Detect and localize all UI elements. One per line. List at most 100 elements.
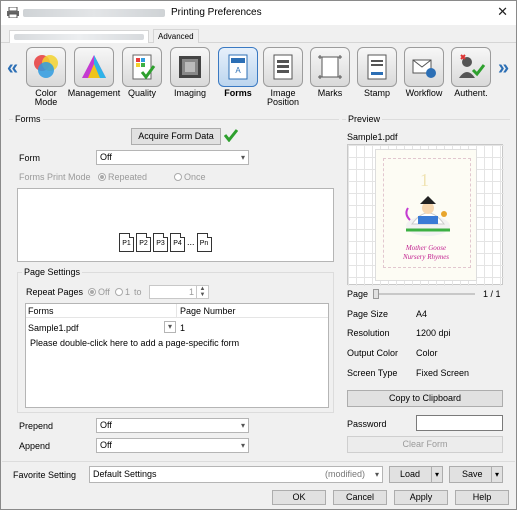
page-sheet: Pn	[196, 233, 212, 252]
info-key: Screen Type	[347, 368, 398, 378]
page-form-table[interactable]: Forms Page Number Sample1.pdf ▾ 1 Please…	[25, 303, 329, 408]
repeat-off-radio[interactable]: Off	[88, 287, 110, 297]
page-sheet: P3	[153, 233, 168, 252]
tab-redacted[interactable]	[9, 30, 149, 43]
printer-icon	[7, 7, 19, 18]
chevron-down-icon: ▾	[240, 441, 245, 450]
load-button-label: Load	[400, 469, 421, 479]
info-value: Fixed Screen	[416, 368, 470, 378]
management-icon	[82, 55, 106, 78]
col-forms-header: Forms	[28, 306, 54, 316]
function-authent[interactable]: Authent.	[449, 47, 493, 107]
close-icon[interactable]: ✕	[497, 4, 508, 20]
append-value: Off	[100, 440, 112, 450]
repeat-range-radio[interactable]: 1	[115, 287, 130, 297]
scroll-left-icon[interactable]: «	[7, 57, 18, 80]
password-input[interactable]	[416, 415, 503, 431]
preview-file-name: Sample1.pdf	[347, 132, 398, 142]
info-value: 1200 dpi	[416, 328, 451, 338]
info-key: Output Color	[347, 348, 399, 358]
preview-page-count: 1 / 1	[483, 289, 501, 299]
acquire-form-data-button[interactable]: Acquire Form Data	[131, 128, 221, 145]
save-button[interactable]: Save ▾	[449, 466, 503, 483]
page-sheet: P1	[119, 233, 134, 252]
range-to-value: 1	[188, 287, 194, 297]
col-page-header: Page Number	[180, 306, 236, 316]
append-select[interactable]: Off ▾	[96, 438, 249, 453]
radio-icon	[98, 173, 106, 181]
function-image-position[interactable]: Image Position	[261, 47, 305, 107]
page-slider-track[interactable]	[373, 289, 475, 299]
save-dropdown-icon[interactable]: ▾	[491, 467, 502, 482]
chevron-down-icon[interactable]: ▾	[164, 321, 176, 333]
ok-button[interactable]: OK	[272, 490, 326, 505]
function-color-mode[interactable]: Color Mode	[24, 47, 68, 107]
mode-repeated-radio[interactable]: Repeated	[98, 172, 147, 182]
function-workflow[interactable]: Workflow	[402, 47, 446, 107]
cancel-button[interactable]: Cancel	[333, 490, 387, 505]
preview-page-label: Page	[347, 289, 369, 299]
mode-once-radio[interactable]: Once	[174, 172, 206, 182]
mode-once-label: Once	[184, 172, 206, 182]
printing-preferences-window: Printing Preferences ✕ Advanced « Color …	[0, 0, 517, 510]
mode-repeated-label: Repeated	[108, 172, 148, 182]
form-label: Form	[19, 153, 40, 163]
page-settings-title: Page Settings	[22, 267, 83, 277]
password-label: Password	[347, 419, 387, 429]
page-sequence: P1 P2 P3 P4... Pn	[118, 233, 213, 252]
info-key: Page Size	[347, 309, 389, 319]
function-marks[interactable]: Marks	[308, 47, 352, 107]
divider	[2, 461, 515, 462]
load-button[interactable]: Load ▾	[389, 466, 443, 483]
page-sheet: P4	[170, 233, 185, 252]
apply-button[interactable]: Apply	[394, 490, 448, 505]
chevron-down-icon: ▾	[240, 153, 245, 162]
favorite-modified-indicator: (modified)	[324, 469, 365, 479]
help-button[interactable]: Help	[455, 490, 509, 505]
copy-to-clipboard-button[interactable]: Copy to Clipboard	[347, 390, 503, 407]
scroll-right-icon[interactable]: »	[498, 57, 509, 80]
load-dropdown-icon[interactable]: ▾	[431, 467, 442, 482]
stamp-icon	[367, 54, 387, 80]
table-row[interactable]: Sample1.pdf ▾ 1	[26, 320, 328, 335]
function-management[interactable]: Management	[68, 47, 120, 107]
radio-icon	[115, 288, 123, 296]
forms-print-mode-label: Forms Print Mode	[19, 172, 91, 182]
function-imaging[interactable]: Imaging	[168, 47, 212, 107]
page-ellipsis: ...	[187, 237, 195, 247]
prepend-label: Prepend	[19, 421, 54, 431]
authentication-icon	[459, 54, 486, 78]
workflow-icon	[412, 59, 436, 78]
add-form-hint: Please double-click here to add a page-s…	[30, 338, 240, 348]
favorite-setting-select[interactable]: Default Settings (modified) ▾	[89, 466, 383, 483]
forms-group-title: Forms	[13, 114, 43, 124]
function-icon-bar: « Color Mode Management Quality Imaging …	[1, 43, 516, 111]
tab-advanced[interactable]: Advanced	[153, 29, 199, 43]
function-stamp[interactable]: Stamp	[355, 47, 399, 107]
quality-icon	[132, 54, 156, 80]
preview-title: Preview	[346, 114, 383, 124]
form-select[interactable]: Off ▾	[96, 150, 249, 165]
forms-page-illustration: P1 P2 P3 P4... Pn	[17, 188, 334, 262]
range-to-label: to	[134, 287, 142, 297]
clear-form-button[interactable]: Clear Form	[347, 436, 503, 453]
function-quality[interactable]: Quality	[120, 47, 164, 107]
preview-page-number: 1	[420, 170, 429, 190]
info-value: Color	[416, 348, 438, 358]
column-divider	[176, 304, 177, 318]
preview-image: 1 Mother Goose Nursery Rhymes	[347, 144, 504, 286]
mother-goose-illustration	[405, 196, 450, 236]
radio-icon	[174, 173, 182, 181]
append-label: Append	[19, 441, 51, 451]
window-title: Printing Preferences	[171, 7, 262, 18]
preview-art-title-line-1: Mother Goose	[405, 244, 447, 252]
range-to-stepper[interactable]: 1 ▲ ▼	[149, 285, 209, 299]
table-header: Forms Page Number	[26, 304, 328, 318]
page-slider-thumb[interactable]	[373, 289, 379, 299]
favorite-setting-value: Default Settings	[93, 469, 157, 479]
function-label: Authent.	[454, 88, 488, 98]
function-forms[interactable]: A Forms	[216, 47, 260, 107]
prepend-select[interactable]: Off ▾	[96, 418, 249, 433]
info-key: Resolution	[347, 328, 390, 338]
tab-row: Advanced	[1, 27, 516, 43]
